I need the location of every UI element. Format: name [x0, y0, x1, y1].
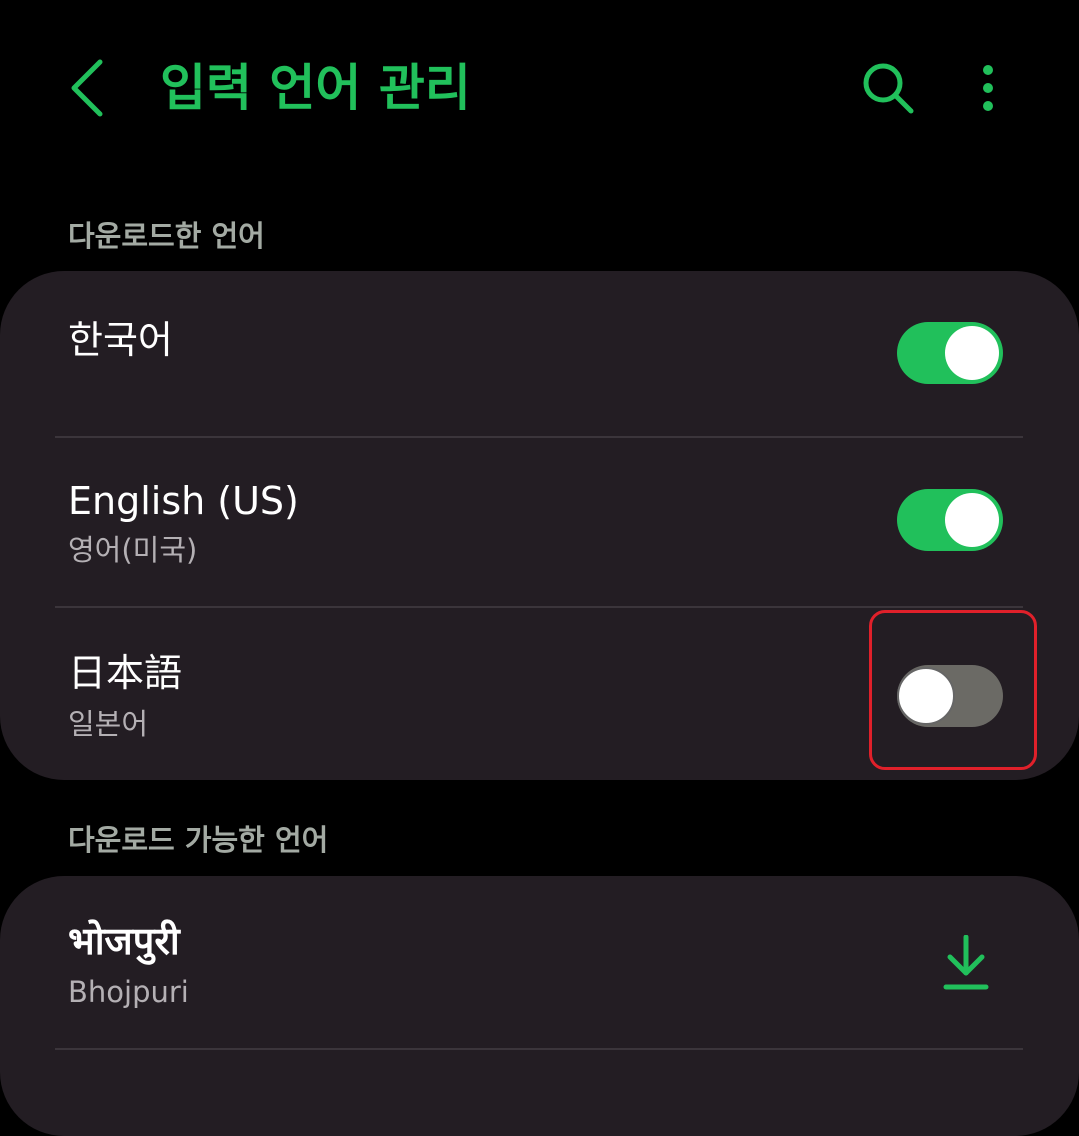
back-button[interactable]	[56, 50, 120, 126]
language-title: 日本語	[68, 651, 183, 695]
language-subtitle: 일본어	[68, 707, 149, 741]
language-toggle-korean[interactable]	[897, 322, 1003, 384]
page-title: 입력 언어 관리	[160, 59, 471, 117]
language-toggle-english[interactable]	[897, 489, 1003, 551]
app-bar: 입력 언어 관리	[0, 0, 1079, 180]
language-title: 한국어	[68, 318, 173, 362]
toggle-thumb	[945, 326, 999, 380]
language-row-english[interactable]: English (US) 영어(미국)	[0, 438, 1079, 606]
download-button-bhojpuri[interactable]	[930, 918, 1002, 1008]
language-title: भोजपुरी	[68, 919, 180, 963]
search-icon	[863, 63, 914, 114]
available-languages-card: भोजपुरी Bhojpuri	[0, 876, 1079, 1136]
language-subtitle: 영어(미국)	[68, 533, 198, 567]
divider	[55, 1048, 1023, 1050]
more-vertical-icon	[983, 65, 993, 111]
language-row-bhojpuri[interactable]: भोजपुरी Bhojpuri	[0, 876, 1079, 1048]
language-row-korean[interactable]: 한국어	[0, 271, 1079, 437]
toggle-thumb	[945, 493, 999, 547]
download-icon	[943, 935, 989, 990]
highlight-box	[869, 610, 1037, 770]
search-button[interactable]	[850, 50, 926, 126]
section-header-downloaded: 다운로드한 언어	[68, 219, 265, 253]
section-header-available: 다운로드 가능한 언어	[68, 823, 329, 857]
language-title: English (US)	[68, 479, 299, 523]
language-subtitle: Bhojpuri	[68, 975, 189, 1009]
more-options-button[interactable]	[956, 50, 1020, 126]
chevron-left-icon	[71, 59, 103, 117]
